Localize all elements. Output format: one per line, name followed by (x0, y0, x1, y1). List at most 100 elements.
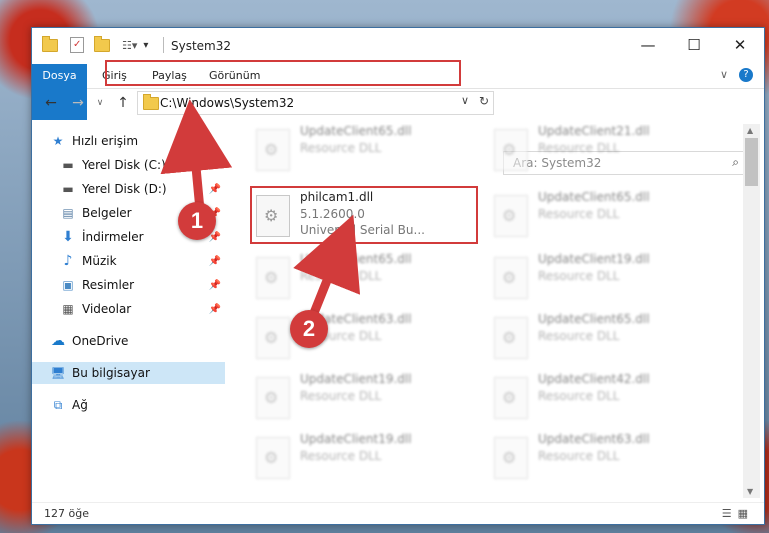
file-type: Resource DLL (538, 141, 620, 155)
file-item[interactable]: UpdateClient19.dll Resource DLL (250, 372, 470, 428)
scroll-thumb[interactable] (745, 138, 758, 186)
file-name: UpdateClient21.dll (538, 124, 650, 138)
nav-item-disk-c[interactable]: ▬ Yerel Disk (C:) 📌 (32, 154, 225, 176)
file-item[interactable]: UpdateClient63.dll Resource DLL (488, 432, 708, 488)
callout-badge-1: 1 (178, 202, 216, 240)
file-type: Resource DLL (300, 141, 382, 155)
file-name: UpdateClient65.dll (538, 190, 650, 204)
maximize-button[interactable]: ☐ (671, 28, 717, 62)
download-icon: ⬇ (62, 229, 74, 245)
nav-label: Hızlı erişim (72, 134, 139, 148)
status-bar: 127 öğe ☰▦ (32, 502, 764, 525)
cloud-icon: ☁ (51, 333, 65, 349)
address-bar[interactable]: C:\Windows\System32 ∨ ↻ (137, 91, 494, 115)
pin-icon[interactable]: 📌 (209, 256, 221, 267)
dll-file-icon (256, 377, 290, 419)
quick-access-toolbar: ✓ ☷▾ ▾ (42, 35, 148, 54)
dll-file-icon (494, 377, 528, 419)
pin-icon[interactable]: 📌 (209, 304, 221, 315)
file-type: Resource DLL (538, 449, 620, 463)
vertical-scrollbar[interactable]: ▲ ▼ (743, 124, 760, 498)
video-icon: ▦ (62, 302, 74, 316)
callout-badge-2: 2 (290, 310, 328, 348)
nav-item-onedrive[interactable]: ☁ OneDrive (32, 330, 225, 352)
window-title: System32 (171, 39, 232, 53)
address-dropdown-icon[interactable]: ∨ (461, 94, 469, 107)
nav-label: Yerel Disk (D:) (82, 182, 167, 196)
nav-item-music[interactable]: ♪ Müzik 📌 (32, 250, 225, 272)
back-arrow-icon[interactable]: ← (42, 94, 60, 112)
properties-icon[interactable]: ✓ (70, 37, 84, 53)
address-highlight-box (105, 60, 461, 86)
file-highlight-box (250, 186, 478, 244)
recent-locations-icon[interactable]: ∨ (91, 94, 109, 112)
close-button[interactable]: ✕ (717, 28, 763, 62)
pin-icon[interactable]: 📌 (209, 160, 221, 171)
dll-file-icon (494, 257, 528, 299)
nav-item-this-pc[interactable]: 🖥 Bu bilgisayar (32, 362, 225, 384)
help-icon[interactable]: ? (739, 68, 753, 82)
nav-item-pictures[interactable]: ▣ Resimler 📌 (32, 274, 225, 296)
explorer-window: ✓ ☷▾ ▾ System32 — ☐ ✕ Dosya Giriş Paylaş… (31, 27, 765, 525)
scroll-down-icon[interactable]: ▼ (747, 487, 753, 496)
file-item[interactable]: UpdateClient65.dll Resource DLL (250, 124, 470, 180)
nav-label: Ağ (72, 398, 88, 412)
file-name: UpdateClient65.dll (300, 124, 412, 138)
pictures-icon: ▣ (62, 278, 74, 292)
address-path[interactable]: C:\Windows\System32 (160, 96, 294, 110)
item-count: 127 öğe (44, 507, 89, 520)
nav-item-network[interactable]: ⧉ Ağ (32, 394, 225, 416)
view-mode-icons[interactable]: ☰▦ (722, 507, 754, 520)
new-folder-icon[interactable] (94, 35, 110, 52)
up-arrow-icon[interactable]: ↑ (114, 94, 132, 112)
file-item[interactable]: UpdateClient19.dll Resource DLL (488, 252, 708, 308)
pin-icon[interactable]: 📌 (209, 184, 221, 195)
file-type: Resource DLL (538, 207, 620, 221)
file-item[interactable]: UpdateClient21.dll Resource DLL (488, 124, 708, 180)
navigation-pane: ★ Hızlı erişim ▬ Yerel Disk (C:) 📌 ▬ Yer… (32, 124, 226, 502)
drive-icon: ▬ (62, 182, 74, 196)
file-type: Resource DLL (300, 269, 382, 283)
minimize-button[interactable]: — (625, 28, 671, 62)
nav-label: Müzik (82, 254, 117, 268)
music-icon: ♪ (63, 253, 73, 269)
dll-file-icon (256, 257, 290, 299)
dll-file-icon (494, 317, 528, 359)
file-item[interactable]: UpdateClient65.dll Resource DLL (488, 190, 708, 246)
nav-label: Videolar (82, 302, 132, 316)
nav-item-quick-access[interactable]: ★ Hızlı erişim (32, 130, 225, 152)
computer-icon: 🖥 (50, 366, 66, 380)
file-item[interactable]: UpdateClient65.dll Resource DLL (250, 252, 470, 308)
nav-item-videos[interactable]: ▦ Videolar 📌 (32, 298, 225, 320)
star-icon: ★ (52, 134, 64, 148)
file-item[interactable]: UpdateClient65.dll Resource DLL (488, 312, 708, 368)
dll-file-icon (494, 437, 528, 479)
file-name: UpdateClient63.dll (538, 432, 650, 446)
nav-item-disk-d[interactable]: ▬ Yerel Disk (D:) 📌 (32, 178, 225, 200)
file-item[interactable]: UpdateClient19.dll Resource DLL (250, 432, 470, 488)
file-name: UpdateClient19.dll (538, 252, 650, 266)
title-bar: ✓ ☷▾ ▾ System32 — ☐ ✕ (32, 28, 764, 64)
address-folder-icon (143, 94, 159, 110)
file-type: Resource DLL (538, 389, 620, 403)
expand-ribbon-icon[interactable]: ∨ (720, 68, 728, 81)
dll-file-icon (256, 129, 290, 171)
forward-arrow-icon[interactable]: → (69, 94, 87, 112)
view-options-icon[interactable]: ☷▾ (122, 39, 137, 52)
dll-file-icon (494, 129, 528, 171)
file-item[interactable]: UpdateClient42.dll Resource DLL (488, 372, 708, 428)
nav-label: Resimler (82, 278, 135, 292)
folder-icon (42, 35, 58, 52)
nav-label: Belgeler (82, 206, 132, 220)
document-icon: ▤ (62, 206, 74, 220)
file-name: UpdateClient65.dll (538, 312, 650, 326)
navigation-bar: ← → ∨ ↑ C:\Windows\System32 ∨ ↻ Ara: Sys… (32, 88, 764, 175)
refresh-icon[interactable]: ↻ (479, 94, 489, 108)
file-item[interactable]: UpdateClient63.dll Resource DLL (250, 312, 470, 368)
pin-icon[interactable]: 📌 (209, 280, 221, 291)
scroll-up-icon[interactable]: ▲ (747, 126, 753, 135)
customize-toolbar-icon[interactable]: ▾ (143, 40, 148, 51)
file-name: UpdateClient19.dll (300, 432, 412, 446)
nav-label: OneDrive (72, 334, 129, 348)
file-name: UpdateClient42.dll (538, 372, 650, 386)
